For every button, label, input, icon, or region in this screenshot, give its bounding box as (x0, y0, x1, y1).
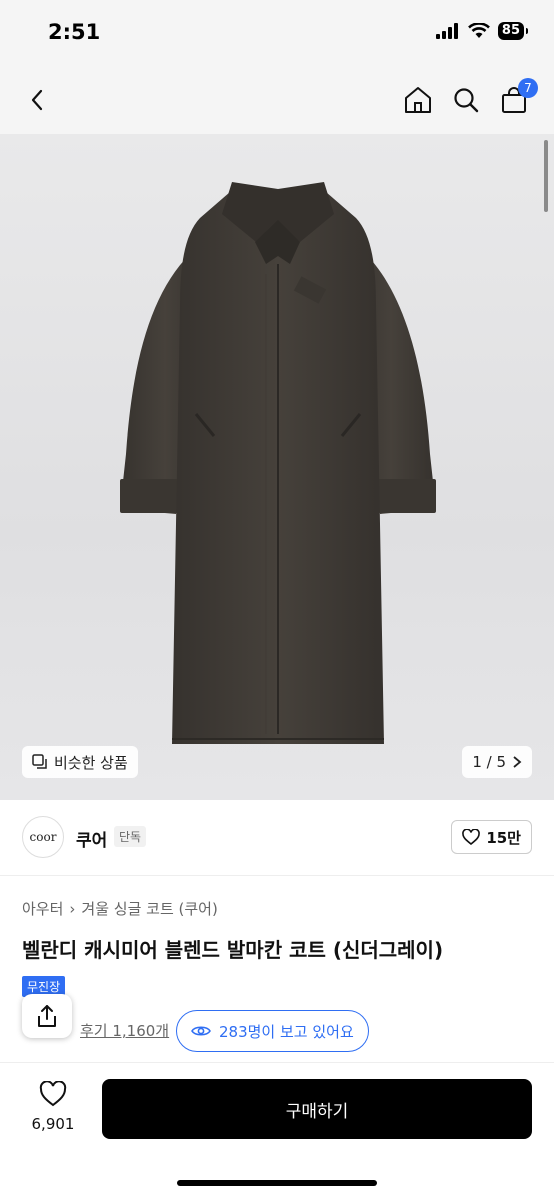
buy-button-label: 구매하기 (285, 1101, 349, 1122)
brand-like-count: 15만 (486, 828, 521, 847)
share-icon (38, 1005, 56, 1027)
breadcrumb-item[interactable]: 겨울 싱글 코트 (쿠어) (81, 898, 217, 919)
buy-button[interactable]: 구매하기 (102, 1079, 532, 1139)
similar-icon (32, 754, 47, 769)
search-icon (454, 88, 479, 113)
battery-indicator: 85 (497, 22, 529, 40)
page-indicator-text: 1 / 5 (472, 753, 506, 771)
chevron-right-icon (513, 756, 522, 768)
product-image[interactable] (0, 134, 554, 800)
wishlist-count: 6,901 (31, 1115, 75, 1133)
top-nav: 7 (0, 66, 554, 134)
status-bar: 2:51 85 (0, 0, 554, 66)
signal-icon (435, 23, 458, 39)
similar-products-label: 비슷한 상품 (54, 753, 128, 772)
heart-icon (462, 829, 481, 845)
wifi-icon (468, 23, 490, 38)
breadcrumb-separator-icon: › (69, 899, 76, 918)
breadcrumb: 아우터 › 겨울 싱글 코트 (쿠어) (22, 898, 218, 919)
home-button[interactable] (398, 80, 438, 120)
brand-name[interactable]: 쿠어 (76, 826, 107, 851)
heart-icon (39, 1080, 67, 1107)
cart-button[interactable]: 7 (494, 78, 538, 120)
review-link[interactable]: 후기 1,160개 (80, 1020, 169, 1041)
similar-products-button[interactable]: 비슷한 상품 (22, 746, 138, 778)
chevron-left-icon (31, 89, 43, 111)
coat-image (120, 182, 436, 744)
eye-icon (191, 1026, 211, 1036)
product-title: 벨란디 캐시미어 블렌드 발마칸 코트 (신더그레이) (22, 938, 444, 962)
wishlist-button[interactable]: 6,901 (28, 1080, 78, 1133)
home-icon (405, 87, 431, 113)
brand-logo[interactable]: coor (22, 816, 64, 858)
viewers-text: 283명이 보고 있어요 (219, 1022, 354, 1041)
status-time: 2:51 (48, 20, 101, 44)
status-icons: 85 (435, 22, 529, 40)
brand-like-button[interactable]: 15만 (451, 820, 532, 854)
breadcrumb-item[interactable]: 아우터 (22, 898, 63, 919)
viewers-pill[interactable]: 283명이 보고 있어요 (176, 1010, 369, 1052)
image-page-indicator[interactable]: 1 / 5 (462, 746, 532, 778)
back-button[interactable] (18, 80, 58, 120)
cart-count-badge: 7 (518, 78, 538, 98)
share-button[interactable] (22, 994, 72, 1038)
brand-row[interactable]: coor 쿠어 단독 15만 (0, 800, 554, 876)
home-indicator (177, 1180, 377, 1186)
exclusive-tag: 단독 (114, 826, 147, 847)
scroll-indicator[interactable] (544, 140, 548, 212)
search-button[interactable] (446, 80, 486, 120)
